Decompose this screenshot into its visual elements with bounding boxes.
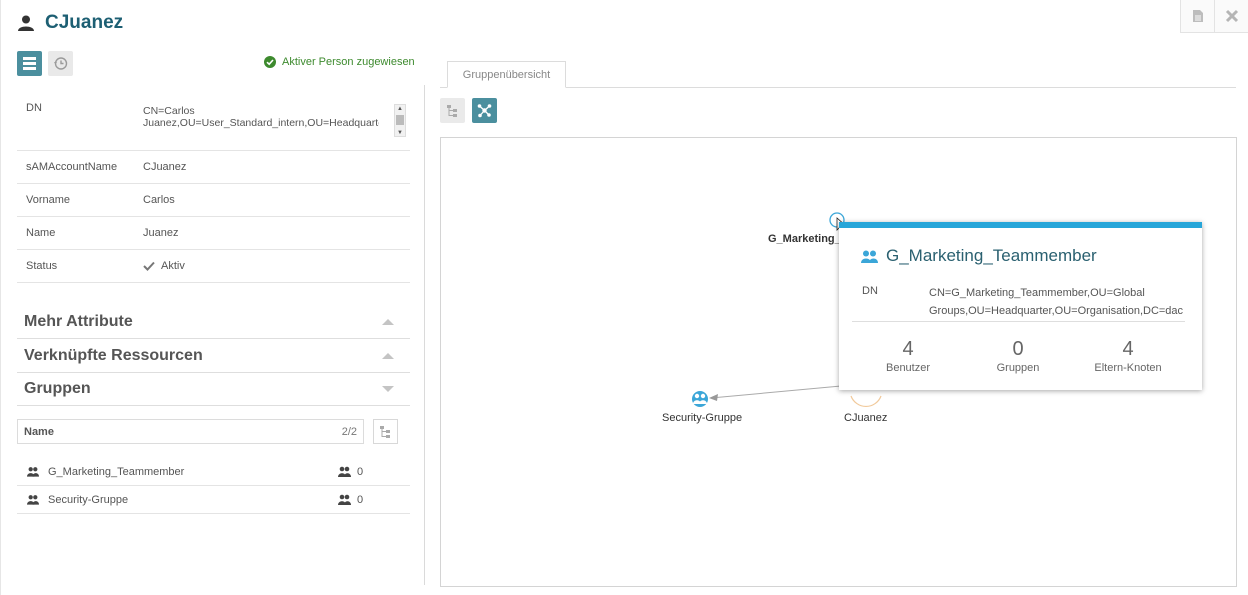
attr-row-vorname: Vorname Carlos	[17, 184, 410, 217]
section-title: Verknüpfte Ressourcen	[24, 347, 203, 364]
users-icon	[338, 494, 351, 505]
groups-count: 2/2	[341, 425, 357, 438]
section-verknuepfte-ressourcen[interactable]: Verknüpfte Ressourcen	[17, 340, 410, 373]
close-icon	[1225, 9, 1238, 23]
attribute-table: DN CN=Carlos Juanez,OU=User_Standard_int…	[17, 93, 410, 283]
stat-value: 4	[1122, 338, 1134, 360]
attr-value: Carlos	[143, 194, 175, 206]
attr-key: sAMAccountName	[26, 161, 118, 173]
tree-layout-button[interactable]	[440, 98, 465, 123]
stat-label: Eltern-Knoten	[1094, 362, 1162, 374]
panel-splitter[interactable]	[424, 85, 425, 585]
column-header-name[interactable]: Name	[24, 426, 54, 438]
dn-value[interactable]: CN=Carlos Juanez,OU=User_Standard_intern…	[143, 102, 379, 138]
close-button[interactable]	[1214, 0, 1248, 33]
group-name[interactable]: G_Marketing_Teammember	[48, 466, 338, 478]
document-icon	[1192, 10, 1203, 22]
tooltip-title-text: G_Marketing_Teammember	[886, 246, 1097, 265]
section-title: Mehr Attribute	[24, 313, 133, 330]
group-icon	[861, 250, 878, 263]
user-node-icon[interactable]	[850, 395, 882, 408]
attr-row-samaccountname: sAMAccountName CJuanez	[17, 151, 410, 184]
attr-row-dn: DN CN=Carlos Juanez,OU=User_Standard_int…	[17, 93, 410, 151]
group-name[interactable]: Security-Gruppe	[48, 494, 338, 506]
scroll-thumb[interactable]	[396, 115, 404, 125]
history-button[interactable]	[48, 51, 73, 76]
section-mehr-attribute[interactable]: Mehr Attribute	[17, 306, 410, 339]
attr-row-name: Name Juanez	[17, 217, 410, 250]
list-item[interactable]: G_Marketing_Teammember 0	[17, 458, 410, 486]
scroll-up-icon[interactable]: ▲	[397, 106, 403, 112]
tree-icon	[447, 105, 457, 117]
network-layout-button[interactable]	[472, 98, 497, 123]
expand-icon	[382, 386, 394, 392]
groups-table-header: Name 2/2	[17, 419, 364, 444]
page-title: CJuanez	[45, 12, 124, 33]
list-item[interactable]: Security-Gruppe 0	[17, 486, 410, 514]
status-value: Aktiv	[143, 260, 410, 272]
security-node-icon[interactable]	[692, 391, 708, 407]
tooltip-dn-value: CN=G_Marketing_Teammember,OU=Global Grou…	[929, 287, 1184, 317]
tab-gruppenuebersicht[interactable]: Gruppenübersicht	[447, 61, 566, 88]
group-icon	[27, 467, 39, 477]
tooltip-dn-key: DN	[862, 285, 878, 297]
member-count: 0	[338, 494, 363, 506]
attr-row-status: Status Aktiv	[17, 250, 410, 283]
collapse-icon	[382, 319, 394, 325]
assigned-text: Aktiver Person zugewiesen	[282, 56, 415, 68]
section-title: Gruppen	[24, 380, 91, 397]
stat-label: Benutzer	[885, 362, 931, 374]
attr-key: Status	[26, 260, 58, 272]
scroll-down-icon[interactable]: ▼	[397, 130, 403, 136]
list-icon	[23, 57, 36, 70]
tree-icon	[380, 426, 390, 438]
member-count-value: 0	[357, 465, 364, 478]
edge-arrow-icon	[709, 394, 718, 401]
check-circle-icon	[264, 56, 276, 68]
divider	[852, 321, 1185, 322]
checkmark-icon	[143, 261, 155, 271]
document-button[interactable]	[1180, 0, 1214, 33]
node-label-user[interactable]: CJuanez	[844, 412, 887, 424]
tree-view-button[interactable]	[373, 419, 398, 444]
stat-label: Gruppen	[996, 362, 1040, 374]
graph-edge	[710, 385, 842, 399]
stat-benutzer: 4 Benutzer	[858, 338, 958, 374]
stat-value: 0	[1012, 338, 1024, 360]
stat-eltern-knoten: 4 Eltern-Knoten	[1078, 338, 1178, 374]
group-icon	[27, 495, 39, 505]
user-icon	[18, 15, 34, 31]
users-icon	[338, 466, 351, 477]
attr-value: CJuanez	[143, 161, 187, 173]
history-icon	[54, 57, 68, 70]
window-actions	[1180, 0, 1248, 33]
assigned-status: Aktiver Person zugewiesen	[264, 56, 415, 68]
view-toggle	[17, 51, 73, 76]
attr-key: DN	[26, 102, 42, 114]
collapse-icon	[382, 353, 394, 359]
status-text: Aktiv	[161, 260, 185, 272]
section-gruppen[interactable]: Gruppen	[17, 373, 410, 406]
node-label-security[interactable]: Security-Gruppe	[662, 412, 742, 424]
attr-key: Name	[26, 227, 56, 239]
group-tooltip-card: G_Marketing_Teammember DN CN=G_Marketing…	[839, 222, 1202, 390]
dn-scrollbar[interactable]: ▲ ▼	[394, 104, 406, 137]
stat-value: 4	[902, 338, 914, 360]
network-icon	[477, 104, 492, 118]
attr-key: Vorname	[26, 194, 71, 206]
list-view-button[interactable]	[17, 51, 42, 76]
member-count: 0	[338, 466, 363, 478]
app-window: CJuanez Aktiver Person zugewiesen DN CN=…	[0, 0, 1248, 595]
node-label-marketing[interactable]: G_Marketing_	[768, 233, 841, 245]
stat-gruppen: 0 Gruppen	[968, 338, 1068, 374]
page-header: CJuanez	[17, 12, 123, 34]
member-count-value: 0	[357, 493, 364, 506]
attr-value: Juanez	[143, 227, 179, 239]
tooltip-title: G_Marketing_Teammember	[861, 246, 1097, 266]
